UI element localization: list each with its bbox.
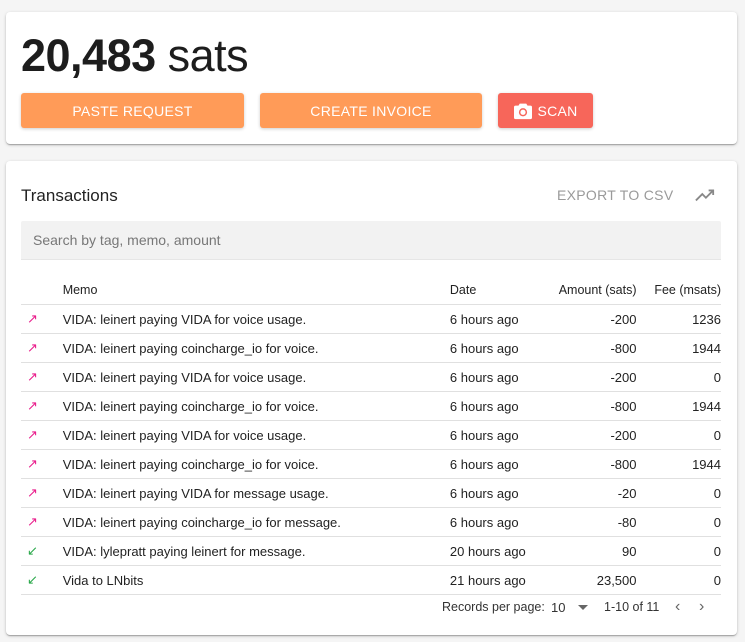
cell-memo: VIDA: leinert paying VIDA for message us… (62, 478, 450, 508)
search-input[interactable] (21, 221, 721, 260)
transactions-title: Transactions (21, 186, 118, 205)
header-icon-column (21, 276, 63, 305)
cell-fee: 1944 (636, 391, 721, 421)
cell-fee: 0 (636, 362, 721, 392)
balance-unit: sats (167, 30, 249, 81)
cell-date: 6 hours ago (449, 362, 550, 392)
transactions-card: Transactions Export to CSV Memo Date Amo… (6, 161, 737, 635)
arrow-down-left-icon: ↙ (27, 572, 38, 587)
table-row[interactable]: ↙ VIDA: lylepratt paying leinert for mess… (21, 536, 721, 566)
cell-date: 6 hours ago (449, 478, 550, 508)
cell-date: 6 hours ago (449, 391, 550, 421)
records-per-page-select[interactable]: 10 (551, 600, 565, 615)
chevron-down-icon[interactable] (578, 605, 588, 610)
balance-card: 20,483 sats Paste Request Create Invoice… (6, 12, 737, 144)
cell-amount: 90 (549, 536, 637, 566)
wallet-balance: 20,483 sats (21, 30, 249, 82)
chevron-left-icon[interactable]: ‹ (675, 598, 680, 616)
cell-memo: VIDA: leinert paying coincharge_io for m… (62, 507, 450, 537)
cell-memo: VIDA: leinert paying coincharge_io for v… (62, 333, 450, 363)
paste-request-label: Paste Request (72, 102, 193, 119)
table-row[interactable]: ↙ Vida to LNbits 21 hours ago 23,500 0 (21, 565, 721, 595)
cell-date: 21 hours ago (449, 565, 550, 595)
arrow-up-right-icon: ↗ (27, 340, 38, 355)
scan-button[interactable]: Scan (498, 93, 593, 128)
cell-amount: -800 (549, 333, 637, 363)
cell-memo: Vida to LNbits (62, 565, 450, 595)
paste-request-button[interactable]: Paste Request (21, 93, 244, 128)
table-row[interactable]: ↗ VIDA: leinert paying VIDA for voice usa… (21, 420, 721, 450)
table-row[interactable]: ↗ VIDA: leinert paying coincharge_io for … (21, 391, 721, 421)
camera-icon (514, 103, 533, 119)
pagination-range: 1-10 of 11 (604, 600, 660, 614)
transactions-table: Memo Date Amount (sats) Fee (msats) ↗ VID… (21, 276, 721, 595)
cell-fee: 1944 (636, 449, 721, 479)
header-memo[interactable]: Memo (62, 276, 450, 305)
trending-up-icon[interactable] (694, 185, 716, 205)
arrow-up-right-icon: ↗ (27, 456, 38, 471)
cell-memo: VIDA: lylepratt paying leinert for messa… (62, 536, 450, 566)
cell-fee: 0 (636, 478, 721, 508)
arrow-up-right-icon: ↗ (27, 514, 38, 529)
cell-amount: -800 (549, 391, 637, 421)
chevron-right-icon[interactable]: › (699, 598, 704, 616)
arrow-up-right-icon: ↗ (27, 427, 38, 442)
table-pagination: Records per page: 10 1-10 of 11 ‹ › (6, 597, 737, 617)
cell-amount: -800 (549, 449, 637, 479)
arrow-up-right-icon: ↗ (27, 398, 38, 413)
cell-fee: 0 (636, 507, 721, 537)
cell-amount: -200 (549, 420, 637, 450)
export-csv-button[interactable]: Export to CSV (557, 187, 673, 203)
arrow-up-right-icon: ↗ (27, 369, 38, 384)
table-row[interactable]: ↗ VIDA: leinert paying VIDA for voice usa… (21, 304, 721, 334)
cell-date: 6 hours ago (449, 420, 550, 450)
cell-memo: VIDA: leinert paying VIDA for voice usag… (62, 420, 450, 450)
cell-amount: -200 (549, 362, 637, 392)
scan-label: Scan (537, 102, 578, 119)
table-row[interactable]: ↗ VIDA: leinert paying VIDA for voice usa… (21, 362, 721, 392)
cell-fee: 0 (636, 420, 721, 450)
header-amount[interactable]: Amount (sats) (549, 276, 637, 305)
table-header-row: Memo Date Amount (sats) Fee (msats) (21, 276, 721, 305)
create-invoice-label: Create Invoice (310, 102, 432, 119)
records-per-page-label: Records per page: (442, 600, 545, 614)
arrow-up-right-icon: ↗ (27, 485, 38, 500)
cell-date: 6 hours ago (449, 333, 550, 363)
table-row[interactable]: ↗ VIDA: leinert paying VIDA for message u… (21, 478, 721, 508)
cell-amount: 23,500 (549, 565, 637, 595)
cell-memo: VIDA: leinert paying coincharge_io for v… (62, 449, 450, 479)
table-row[interactable]: ↗ VIDA: leinert paying coincharge_io for … (21, 449, 721, 479)
table-row[interactable]: ↗ VIDA: leinert paying coincharge_io for … (21, 507, 721, 537)
table-row[interactable]: ↗ VIDA: leinert paying coincharge_io for … (21, 333, 721, 363)
cell-amount: -80 (549, 507, 637, 537)
arrow-up-right-icon: ↗ (27, 311, 38, 326)
cell-date: 6 hours ago (449, 304, 550, 334)
cell-date: 20 hours ago (449, 536, 550, 566)
cell-fee: 0 (636, 565, 721, 595)
cell-fee: 0 (636, 536, 721, 566)
balance-amount: 20,483 (21, 30, 156, 81)
cell-amount: -200 (549, 304, 637, 334)
cell-memo: VIDA: leinert paying VIDA for voice usag… (62, 304, 450, 334)
cell-date: 6 hours ago (449, 507, 550, 537)
cell-fee: 1944 (636, 333, 721, 363)
cell-date: 6 hours ago (449, 449, 550, 479)
cell-fee: 1236 (636, 304, 721, 334)
cell-memo: VIDA: leinert paying VIDA for voice usag… (62, 362, 450, 392)
arrow-down-left-icon: ↙ (27, 543, 38, 558)
create-invoice-button[interactable]: Create Invoice (260, 93, 482, 128)
cell-memo: VIDA: leinert paying coincharge_io for v… (62, 391, 450, 421)
header-fee[interactable]: Fee (msats) (636, 276, 721, 305)
cell-amount: -20 (549, 478, 637, 508)
header-date[interactable]: Date (449, 276, 550, 305)
